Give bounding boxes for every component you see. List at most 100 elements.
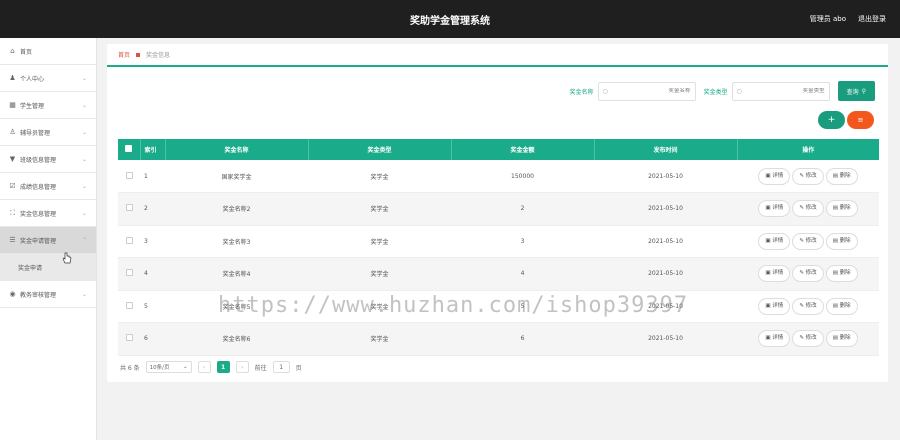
bonus-name-field[interactable] — [611, 88, 691, 94]
cell-type: 奖学金 — [308, 290, 451, 323]
next-page-button[interactable]: › — [235, 361, 249, 373]
delete-label: 删除 — [839, 335, 851, 342]
edit-button[interactable]: ✎ 修改 — [792, 330, 824, 348]
detail-label: 详情 — [772, 270, 784, 277]
chevron-down-icon: ⌄ — [81, 182, 87, 190]
breadcrumb-home[interactable]: 首页 — [118, 50, 130, 59]
row-checkbox-cell[interactable] — [118, 225, 140, 258]
sidebar-item-label: 首页 — [20, 48, 33, 56]
sidebar-item-audit[interactable]: ◉ 教务审核管理 ⌄ — [0, 281, 96, 308]
trash-icon: ▤ — [832, 237, 840, 244]
bonus-type-input[interactable]: ○ — [731, 81, 830, 101]
bonus-name-label: 奖金名称 — [569, 88, 594, 96]
row-checkbox[interactable] — [125, 301, 133, 309]
detail-button[interactable]: ▣ 详情 — [758, 265, 791, 283]
trash-icon: ▤ — [832, 270, 840, 277]
delete-button[interactable]: ▤ 删除 — [825, 265, 858, 283]
edit-button[interactable]: ✎ 修改 — [792, 297, 824, 315]
row-checkbox[interactable] — [125, 236, 133, 244]
row-checkbox-cell[interactable] — [118, 192, 140, 226]
sidebar-item-home[interactable]: ⌂ 首页 — [0, 38, 96, 65]
edit-label: 修改 — [805, 302, 817, 309]
select-all-checkbox[interactable] — [125, 145, 133, 152]
search-icon: ⚲ — [861, 87, 866, 95]
add-button[interactable]: + — [818, 111, 845, 129]
sidebar-item-profile[interactable]: ♟ 个人中心 ⌄ — [0, 65, 96, 92]
edit-button[interactable]: ✎ 修改 — [792, 232, 824, 250]
column-header-name: 奖金名称 — [165, 139, 309, 160]
detail-button[interactable]: ▣ 详情 — [758, 297, 791, 315]
bonus-type-field[interactable] — [745, 88, 825, 94]
top-bar: 奖助学金管理系统 管理员 abo 退出登录 — [0, 0, 900, 38]
sidebar-subitem-label: 奖金申请 — [18, 265, 43, 272]
edit-button[interactable]: ✎ 修改 — [792, 167, 824, 185]
delete-button[interactable]: ▤ 删除 — [825, 330, 858, 348]
sidebar-item-grades[interactable]: ☑ 成绩信息管理 ⌄ — [0, 173, 96, 200]
sidebar-item-bonus-apply[interactable]: ☰ 奖金申请管理 ⌃ — [0, 227, 96, 254]
detail-label: 详情 — [772, 335, 784, 342]
row-checkbox[interactable] — [125, 171, 133, 179]
edit-button[interactable]: ✎ 修改 — [792, 200, 824, 218]
counselor-icon: ♙ — [9, 128, 16, 136]
delete-label: 删除 — [839, 237, 851, 244]
sidebar-item-students[interactable]: ▦ 学生管理 ⌄ — [0, 92, 96, 119]
detail-label: 详情 — [772, 205, 784, 212]
row-checkbox[interactable] — [125, 204, 133, 212]
row-checkbox-cell[interactable] — [118, 290, 140, 323]
cell-name: 奖金名称4 — [165, 257, 308, 291]
edit-label: 修改 — [805, 335, 817, 342]
delete-button[interactable]: ▤ 删除 — [825, 297, 858, 315]
delete-button[interactable]: ▤ 删除 — [825, 167, 858, 185]
query-button[interactable]: 查询 ⚲ — [837, 81, 875, 101]
page-number-current[interactable]: 1 — [216, 361, 230, 373]
cell-amount: 4 — [451, 257, 594, 291]
chevron-down-icon: ⌄ — [81, 155, 87, 163]
delete-button[interactable]: ▤ 删除 — [825, 232, 858, 250]
logout-link[interactable]: 退出登录 — [858, 14, 886, 24]
detail-button[interactable]: ▣ 详情 — [758, 232, 791, 250]
sidebar-item-counselors[interactable]: ♙ 辅导员管理 ⌄ — [0, 119, 96, 146]
goto-page-input[interactable]: 1 — [272, 361, 290, 373]
apply-icon: ☰ — [9, 236, 16, 244]
edit-button[interactable]: ✎ 修改 — [792, 265, 824, 283]
cell-date: 2021-05-10 — [594, 322, 737, 356]
detail-button[interactable]: ▣ 详情 — [758, 330, 791, 348]
detail-button[interactable]: ▣ 详情 — [758, 200, 791, 218]
sidebar-subitem-bonus-apply[interactable]: 奖金申请 — [0, 254, 96, 281]
grade-icon: ☑ — [9, 182, 16, 190]
cell-name: 奖金名称2 — [165, 192, 308, 226]
table-header-row: 索引 奖金名称 奖金类型 奖金金额 发布时间 操作 — [118, 139, 879, 160]
delete-label: 删除 — [839, 302, 851, 309]
delete-button[interactable]: ▤ 删除 — [825, 200, 858, 218]
column-header-type: 奖金类型 — [308, 139, 452, 160]
cell-date: 2021-05-10 — [594, 160, 737, 193]
batch-delete-button[interactable]: ≡ — [847, 111, 874, 129]
row-checkbox-cell[interactable] — [118, 257, 140, 291]
table-row: 1 国家奖学金 奖学金 150000 2021-05-10 ▣ 详情 ✎ 修改 ▤ 删除 — [118, 160, 879, 193]
cell-actions: ▣ 详情 ✎ 修改 ▤ 删除 — [737, 322, 879, 356]
row-checkbox[interactable] — [125, 334, 133, 342]
table-row: 4 奖金名称4 奖学金 4 2021-05-10 ▣ 详情 ✎ 修改 ▤ 删除 — [118, 257, 879, 291]
search-icon: ○ — [736, 87, 742, 95]
cell-type: 奖学金 — [308, 160, 451, 193]
trash-icon: ▤ — [832, 302, 840, 309]
row-checkbox-cell[interactable] — [118, 322, 140, 356]
delete-label: 删除 — [839, 205, 851, 212]
table-row: 3 奖金名称3 奖学金 3 2021-05-10 ▣ 详情 ✎ 修改 ▤ 删除 — [118, 225, 879, 258]
detail-button[interactable]: ▣ 详情 — [758, 167, 791, 185]
bonus-name-input[interactable]: ○ — [597, 81, 696, 101]
row-checkbox[interactable] — [125, 269, 133, 277]
cell-actions: ▣ 详情 ✎ 修改 ▤ 删除 — [737, 225, 879, 258]
cell-actions: ▣ 详情 ✎ 修改 ▤ 删除 — [737, 192, 879, 226]
cell-name: 奖金名称6 — [165, 322, 308, 356]
row-checkbox-cell[interactable] — [118, 160, 140, 193]
prev-page-button[interactable]: ‹ — [197, 361, 211, 373]
sidebar-item-bonus-info[interactable]: ⛶ 奖金信息管理 ⌄ — [0, 200, 96, 227]
chevron-down-icon: ⌄ — [81, 209, 87, 217]
app-title: 奖助学金管理系统 — [410, 16, 490, 27]
bonus-icon: ⛶ — [10, 208, 15, 217]
page-size-select[interactable]: 10条/页 ⌄ — [145, 361, 192, 373]
sidebar-item-classes[interactable]: ▼ 班级信息管理 ⌄ — [0, 146, 96, 173]
select-all-checkbox-cell[interactable] — [118, 139, 141, 160]
sidebar-item-label: 学生管理 — [20, 102, 45, 110]
